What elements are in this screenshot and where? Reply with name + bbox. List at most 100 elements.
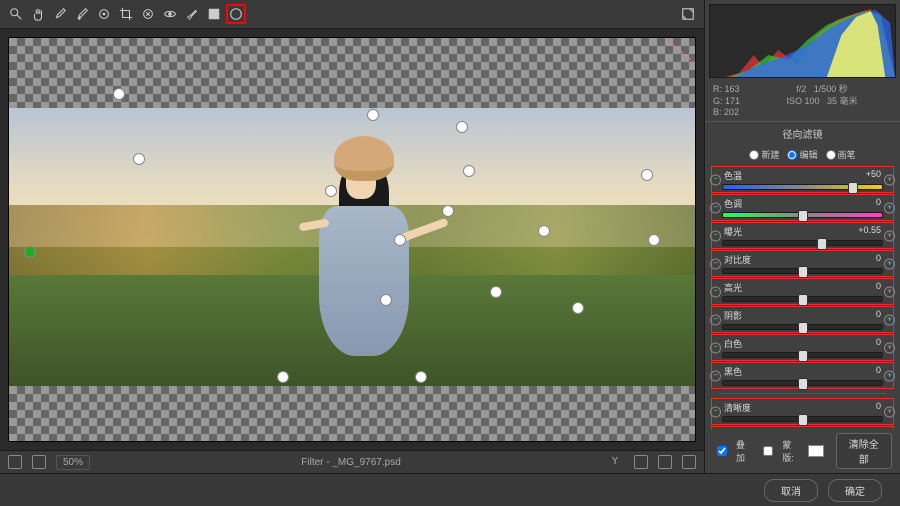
plus-icon[interactable]: + [884,174,895,185]
filter-pin[interactable] [133,153,145,165]
plus-icon[interactable]: + [884,314,895,325]
spot-removal-tool[interactable] [138,4,158,24]
overlay-controls: 叠加 蒙版: 清除全部 [705,429,900,473]
plus-icon[interactable]: + [884,286,895,297]
slider-dehaze[interactable]: −+去除薄雾0 [711,426,894,429]
plus-icon[interactable]: + [884,370,895,381]
slider-highlights[interactable]: −+高光0 [711,278,894,305]
cancel-button[interactable]: 取消 [764,479,818,502]
white-balance-tool[interactable] [50,4,70,24]
radial-filter-tool[interactable] [226,4,246,24]
ok-button[interactable]: 确定 [828,479,882,502]
slider-thumb[interactable] [848,182,858,194]
filter-pin[interactable] [572,302,584,314]
minus-icon[interactable]: − [710,202,721,213]
minus-icon[interactable]: − [710,286,721,297]
filter-pin[interactable] [367,109,379,121]
filter-pin[interactable] [463,165,475,177]
preview-toggle[interactable] [678,4,698,24]
slider-thumb[interactable] [798,414,808,426]
color-sampler-tool[interactable] [72,4,92,24]
before-after-y-icon[interactable]: Y [612,456,624,468]
slider-track[interactable] [722,352,883,358]
slider-thumb[interactable] [798,322,808,334]
overlay-checkbox[interactable] [717,446,727,456]
minus-icon[interactable]: − [710,342,721,353]
slider-value: 0 [876,401,881,414]
slider-track[interactable] [722,268,883,274]
mode-new[interactable]: 新建 [749,148,779,161]
slider-track[interactable] [722,324,883,330]
zoom-tool[interactable] [6,4,26,24]
slider-thumb[interactable] [817,238,827,250]
filter-pin[interactable] [394,234,406,246]
copy-settings-icon[interactable] [658,455,672,469]
minus-icon[interactable]: − [710,406,721,417]
plus-icon[interactable]: + [884,406,895,417]
slider-thumb[interactable] [798,294,808,306]
crop-tool[interactable] [116,4,136,24]
grid-icon[interactable] [8,455,22,469]
slider-label: 对比度 [724,253,751,266]
mask-checkbox[interactable] [763,446,773,456]
canvas-viewport[interactable] [8,37,696,442]
mode-brush[interactable]: 画笔 [826,148,856,161]
minus-icon[interactable]: − [710,258,721,269]
minus-icon[interactable]: − [710,314,721,325]
slider-thumb[interactable] [798,378,808,390]
plus-icon[interactable]: + [884,202,895,213]
mode-radio-group: 新建 编辑 画笔 [705,145,900,164]
zoom-level[interactable]: 50% [56,455,90,470]
slider-contrast[interactable]: − + 对比度 0 [711,250,894,277]
minus-icon[interactable]: − [710,174,721,185]
slider-blacks[interactable]: −+黑色0 [711,362,894,389]
toggle-icon[interactable] [682,455,696,469]
slider-track[interactable] [722,212,883,218]
hand-tool[interactable] [28,4,48,24]
clear-all-button[interactable]: 清除全部 [836,433,892,469]
filter-pin[interactable] [277,371,289,383]
swap-icon[interactable] [634,455,648,469]
filter-pin[interactable] [641,169,653,181]
photo-preview [9,108,695,386]
graduated-filter-tool[interactable] [204,4,224,24]
slider-temp[interactable]: −+色温+50 [711,166,894,193]
filter-pin[interactable] [325,185,337,197]
slider-track[interactable] [722,296,883,302]
filter-pin[interactable] [24,246,36,258]
slider-track[interactable] [722,380,883,386]
minus-icon[interactable]: − [710,230,721,241]
slider-thumb[interactable] [798,266,808,278]
filter-pin[interactable] [442,205,454,217]
filter-pin[interactable] [456,121,468,133]
minus-icon[interactable]: − [710,370,721,381]
filter-pin[interactable] [648,234,660,246]
plus-icon[interactable]: + [884,258,895,269]
slider-clarity[interactable]: −+清晰度0 [711,398,894,425]
slider-thumb[interactable] [798,350,808,362]
filter-pin[interactable] [415,371,427,383]
filter-pin[interactable] [380,294,392,306]
adjustment-brush-tool[interactable] [182,4,202,24]
slider-exposure[interactable]: −+曝光+0.55 [711,222,894,249]
plus-icon[interactable]: + [884,342,895,353]
mask-color-swatch[interactable] [808,445,823,457]
slider-shadows[interactable]: −+阴影0 [711,306,894,333]
mode-edit[interactable]: 编辑 [787,148,817,161]
slider-value: 0 [876,253,881,266]
filter-pin[interactable] [490,286,502,298]
compare-icon[interactable] [32,455,46,469]
slider-track[interactable] [722,240,883,246]
filter-pin[interactable] [113,88,125,100]
plus-icon[interactable]: + [884,230,895,241]
slider-track[interactable] [722,416,883,422]
histogram[interactable] [709,4,896,78]
filename-label: Filter - _MG_9767.psd [301,457,401,468]
filter-pin[interactable] [538,225,550,237]
slider-whites[interactable]: −+白色0 [711,334,894,361]
slider-thumb[interactable] [798,210,808,222]
slider-track[interactable] [722,184,883,190]
target-adjust-tool[interactable] [94,4,114,24]
redeye-tool[interactable] [160,4,180,24]
slider-tint[interactable]: −+色调0 [711,194,894,221]
